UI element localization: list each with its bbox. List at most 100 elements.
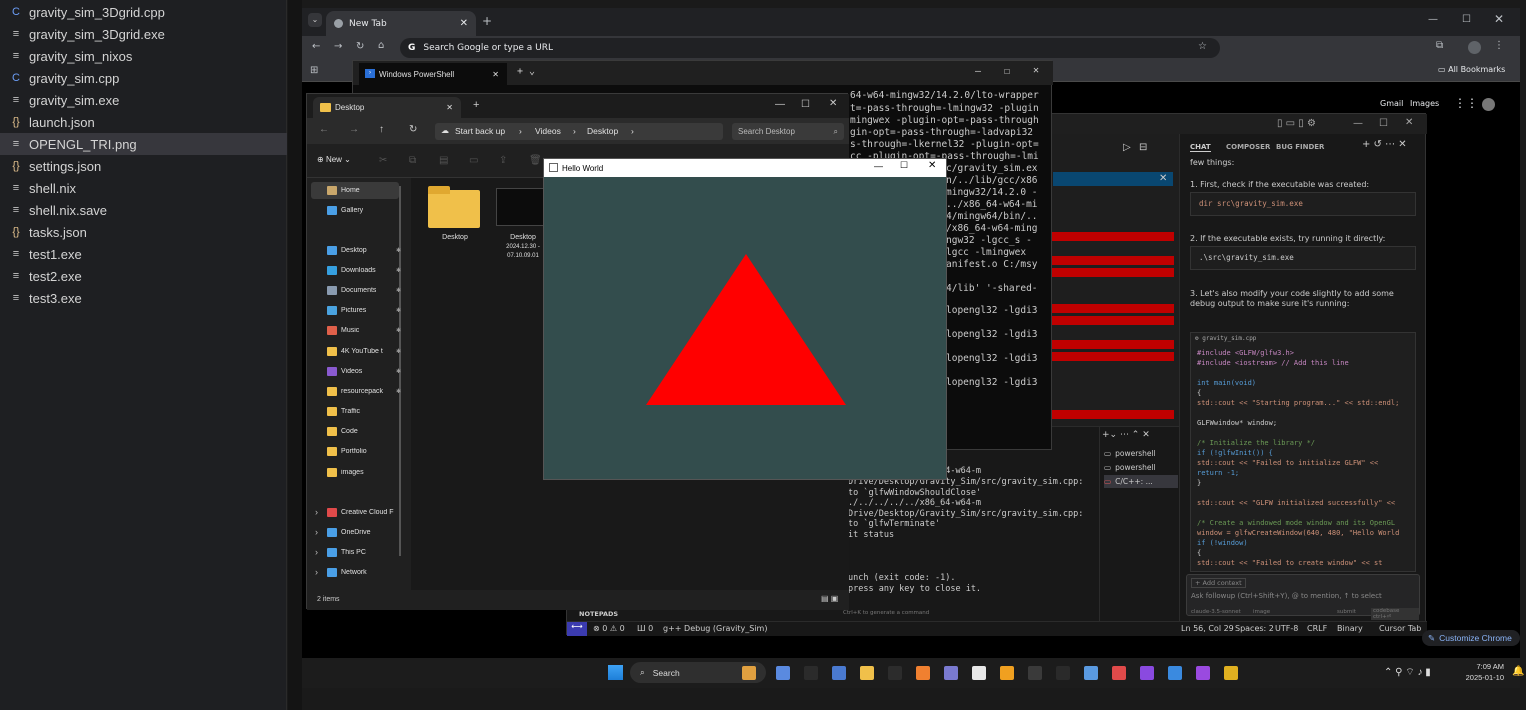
home-icon[interactable]: ⌂ (378, 40, 384, 51)
sidebar-item[interactable]: Portfolio (327, 444, 405, 458)
image-button[interactable]: image (1253, 609, 1270, 615)
code-block-1[interactable]: dir src\gravity_sim.exe (1190, 192, 1416, 216)
ps-minimize-icon[interactable]: — (975, 66, 981, 77)
address-bar[interactable]: G Search Google or type a URL (400, 38, 1220, 58)
sidebar-item[interactable]: Pictures ✱ (327, 303, 405, 317)
file-list-item[interactable]: Cgravity_sim.cpp (0, 67, 287, 89)
breadcrumb-item[interactable]: Desktop (587, 126, 618, 136)
hw-close-icon[interactable]: ✕ (928, 160, 936, 171)
split-editor-icon[interactable]: ⊟ (1139, 142, 1147, 153)
tab-search-button[interactable]: ⌄ (308, 13, 322, 27)
google-account-avatar[interactable] (1482, 98, 1495, 111)
close-explorer-tab-icon[interactable]: ✕ (446, 103, 453, 112)
vscode-maximize-icon[interactable]: ☐ (1379, 118, 1388, 129)
notepads-header[interactable]: NOTEPADS (579, 610, 618, 618)
customize-chrome-button[interactable]: ✎ Customize Chrome (1422, 630, 1520, 646)
profile-avatar[interactable] (1468, 41, 1481, 54)
forward-icon[interactable]: → (334, 41, 342, 52)
status-eol[interactable]: CRLF (1307, 624, 1327, 633)
editor-area[interactable]: ▷ ⊟ ✕ (1053, 134, 1179, 424)
chat-tab[interactable]: CHAT (1190, 143, 1211, 152)
sidebar-item[interactable]: Code (327, 424, 405, 438)
paste-icon[interactable]: ▤ (439, 155, 448, 166)
taskbar-app-icon[interactable] (1028, 666, 1042, 680)
explorer-search-input[interactable]: Search Desktop ⌕ (732, 123, 844, 140)
file-list-item[interactable]: ≡ gravity_sim.exe (0, 89, 287, 111)
rename-icon[interactable]: ▭ (469, 155, 478, 166)
taskbar-app-icon[interactable] (1140, 666, 1154, 680)
add-context-button[interactable]: + Add context (1191, 578, 1246, 588)
composer-tab[interactable]: COMPOSER (1226, 143, 1270, 151)
view-toggle-icons[interactable]: ▤ ▣ (821, 594, 838, 603)
sidebar-item[interactable]: Traffic (327, 404, 405, 418)
chevron-right-icon[interactable]: › (315, 527, 318, 537)
taskbar-app-icon[interactable] (1056, 666, 1070, 680)
hw-minimize-icon[interactable]: — (874, 161, 883, 171)
sidebar-item[interactable]: Music ✱ (327, 323, 405, 337)
folder-item-desktop[interactable]: Desktop (425, 186, 485, 246)
sidebar-item[interactable]: Desktop ✱ (327, 243, 405, 257)
extensions-icon[interactable]: ⧉ (1436, 40, 1443, 51)
sidebar-item[interactable]: Documents ✱ (327, 283, 405, 297)
chevron-right-icon[interactable]: › (315, 507, 318, 517)
taskbar-app-icon[interactable] (1196, 666, 1210, 680)
hw-maximize-icon[interactable]: ☐ (900, 160, 908, 171)
sidebar-item[interactable]: › Creative Cloud F (315, 505, 405, 519)
status-cursor-tab[interactable]: Cursor Tab (1379, 624, 1421, 633)
close-powershell-tab-icon[interactable]: ✕ (492, 70, 499, 79)
sidebar-item[interactable]: › OneDrive (315, 525, 405, 539)
taskbar-app-icon[interactable] (944, 666, 958, 680)
submit-button[interactable]: submit (1337, 609, 1356, 615)
status-ports[interactable]: Ш 0 (637, 624, 653, 633)
file-list-item[interactable]: ≡ OPENGL_TRI.png (0, 133, 287, 155)
minimize-icon[interactable]: — (1428, 14, 1438, 25)
vscode-minimize-icon[interactable]: — (1353, 118, 1363, 129)
taskbar-app-icon[interactable] (1084, 666, 1098, 680)
sidebar-item[interactable]: › This PC (315, 545, 405, 559)
sidebar-item[interactable]: 4K YouTube t ✱ (327, 344, 405, 358)
taskbar-app-icon[interactable] (776, 666, 790, 680)
sidebar-item[interactable]: Videos ✱ (327, 364, 405, 378)
file-list-item[interactable]: ≡ shell.nix.save (0, 199, 287, 221)
chrome-menu-icon[interactable]: ⋮ (1494, 40, 1504, 51)
explorer-forward-icon[interactable]: → (349, 124, 359, 135)
sidebar-item[interactable]: Gallery (327, 203, 405, 217)
run-icon[interactable]: ▷ (1123, 142, 1131, 153)
chrome-tab[interactable]: New Tab ✕ (326, 11, 476, 36)
terminal-list-item[interactable]: ▭ powershell (1104, 447, 1178, 460)
layout-icons[interactable]: ▯ ▭ ▯ ⚙ (1277, 118, 1316, 129)
new-tab-icon[interactable]: + (482, 14, 492, 28)
bookmark-star-icon[interactable]: ☆ (1198, 41, 1207, 52)
close-icon[interactable]: ✕ (1494, 12, 1504, 26)
model-select[interactable]: claude-3.5-sonnet (1191, 609, 1241, 615)
explorer-maximize-icon[interactable]: ☐ (801, 99, 810, 110)
clock-date[interactable]: 2025-01-10 (1448, 673, 1504, 682)
powershell-tab[interactable]: › Windows PowerShell ✕ (359, 63, 507, 85)
terminal-list-item[interactable]: ▭ C/C++: ... (1104, 475, 1178, 488)
taskbar-app-icon[interactable] (1168, 666, 1182, 680)
sidebar-item[interactable]: Downloads ✱ (327, 263, 405, 277)
explorer-close-icon[interactable]: ✕ (829, 98, 837, 109)
code-pane[interactable]: ⚙ gravity_sim.cpp #include <GLFW/glfw3.h… (1190, 332, 1416, 572)
taskbar-app-icon[interactable] (832, 666, 846, 680)
file-list-item[interactable]: ≡ test2.exe (0, 265, 287, 287)
sidebar-item[interactable]: Home (327, 183, 405, 197)
apps-grid-icon[interactable]: ⊞ (310, 65, 318, 76)
cut-icon[interactable]: ✂ (379, 155, 387, 166)
new-button[interactable]: ⊕ New ⌄ (317, 155, 351, 164)
sidebar-item[interactable]: images (327, 465, 405, 479)
remote-indicator[interactable]: ⟷ (567, 622, 587, 636)
explorer-tab[interactable]: Desktop ✕ (313, 97, 461, 118)
file-list-item[interactable]: ≡ test3.exe (0, 287, 287, 309)
taskbar-app-icon[interactable] (742, 666, 756, 680)
new-terminal-tab-icon[interactable]: + ⌄ (517, 66, 535, 77)
file-list-item[interactable]: {} launch.json (0, 111, 287, 133)
sidebar-item[interactable]: resourcepack ✱ (327, 384, 405, 398)
file-list-item[interactable]: ≡ gravity_sim_nixos (0, 45, 287, 67)
address-input[interactable]: Search Google or type a URL (423, 43, 553, 53)
tray-icons[interactable]: ⌃ ⚲ ⌔ ♪ ▮ (1384, 666, 1431, 679)
taskbar-app-icon[interactable] (1000, 666, 1014, 680)
new-chat-icon[interactable]: + ↺ ⋯ ✕ (1362, 139, 1407, 150)
chat-input[interactable]: + Add context Ask followup (Ctrl+Shift+Y… (1186, 574, 1420, 620)
file-list-item[interactable]: ≡ gravity_sim_3Dgrid.exe (0, 23, 287, 45)
